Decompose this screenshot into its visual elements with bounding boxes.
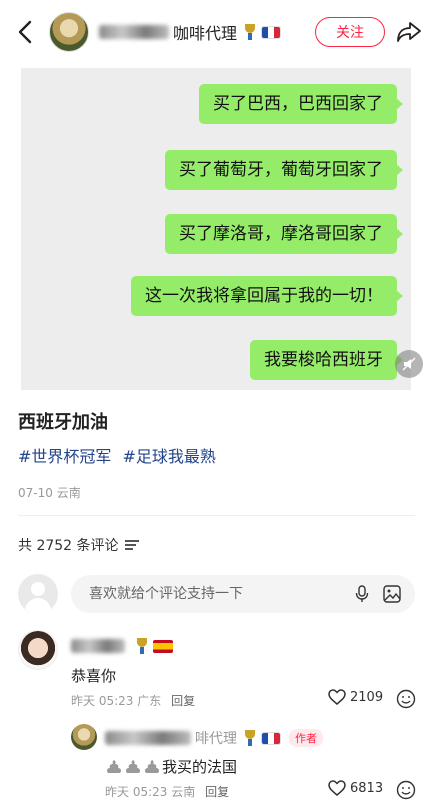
author-badge: 作者: [289, 729, 323, 747]
chat-screenshot[interactable]: 买了巴西，巴西回家了 买了葡萄牙，葡萄牙回家了 买了摩洛哥，摩洛哥回家了 这一次…: [21, 68, 411, 390]
post-meta: 07-10 云南: [18, 484, 81, 501]
poop-emoji-icon: [144, 759, 160, 773]
comment-input[interactable]: [71, 575, 331, 613]
france-flag-icon: [261, 731, 281, 745]
top-bar: 咖啡代理 关注: [0, 0, 433, 64]
heart-icon: [328, 689, 346, 705]
reply-text: 我买的法国: [105, 756, 237, 777]
post-location: 云南: [56, 486, 81, 500]
author-name[interactable]: 咖啡代理: [99, 20, 282, 44]
reply-author-name[interactable]: 啡代理 作者: [105, 728, 323, 748]
hashtag-link[interactable]: #足球我最熟: [123, 447, 216, 466]
reply-button[interactable]: 回复: [205, 785, 229, 799]
heart-icon: [328, 780, 346, 796]
comment-input-box[interactable]: [71, 575, 415, 613]
comment-text: 恭喜你: [71, 667, 117, 685]
emoji-react-icon[interactable]: [396, 689, 416, 709]
like-button[interactable]: 2109: [328, 689, 383, 705]
reply-author-avatar[interactable]: [71, 724, 97, 750]
speaker-icon: [402, 357, 416, 371]
author-avatar[interactable]: [49, 12, 89, 52]
follow-button[interactable]: 关注: [315, 17, 385, 47]
comment-meta: 昨天 05:23 广东 回复: [71, 694, 196, 708]
post-tags: #世界杯冠军 #足球我最熟: [18, 443, 222, 467]
comment-count[interactable]: 共 2752 条评论: [18, 535, 139, 555]
microphone-icon[interactable]: [355, 585, 369, 603]
poop-emoji-icon: [106, 759, 122, 773]
mute-toggle[interactable]: [395, 350, 423, 378]
post-date: 07-10: [18, 486, 53, 500]
blurred-name: [105, 731, 191, 745]
chat-bubble: 买了摩洛哥，摩洛哥回家了: [165, 214, 403, 254]
image-icon[interactable]: [383, 585, 401, 603]
post-title: 西班牙加油: [18, 412, 108, 433]
chat-bubble: 买了巴西，巴西回家了: [199, 84, 403, 124]
france-flag-icon: [261, 25, 282, 39]
sort-icon[interactable]: [124, 540, 139, 550]
divider: [18, 515, 415, 516]
my-avatar: [18, 574, 58, 614]
trophy-icon: [135, 637, 149, 655]
like-button[interactable]: 6813: [328, 780, 383, 796]
blurred-name-part: [99, 25, 169, 39]
trophy-icon: [243, 729, 257, 747]
chat-bubble: 买了葡萄牙，葡萄牙回家了: [165, 150, 403, 190]
chat-bubble: 我要梭哈西班牙: [250, 340, 403, 380]
trophy-icon: [243, 23, 257, 41]
blurred-name: [71, 639, 125, 653]
reply-meta: 昨天 05:23 云南 回复: [105, 785, 230, 799]
emoji-react-icon[interactable]: [396, 780, 416, 800]
back-arrow-icon[interactable]: [14, 18, 38, 46]
commenter-name[interactable]: [71, 637, 173, 655]
hashtag-link[interactable]: #世界杯冠军: [18, 447, 111, 466]
commenter-avatar[interactable]: [18, 630, 58, 670]
poop-emoji-icon: [125, 759, 141, 773]
spain-flag-icon: [153, 639, 173, 653]
share-icon[interactable]: [396, 20, 422, 44]
reply-button[interactable]: 回复: [171, 694, 195, 708]
chat-bubble: 这一次我将拿回属于我的一切！: [131, 276, 403, 316]
